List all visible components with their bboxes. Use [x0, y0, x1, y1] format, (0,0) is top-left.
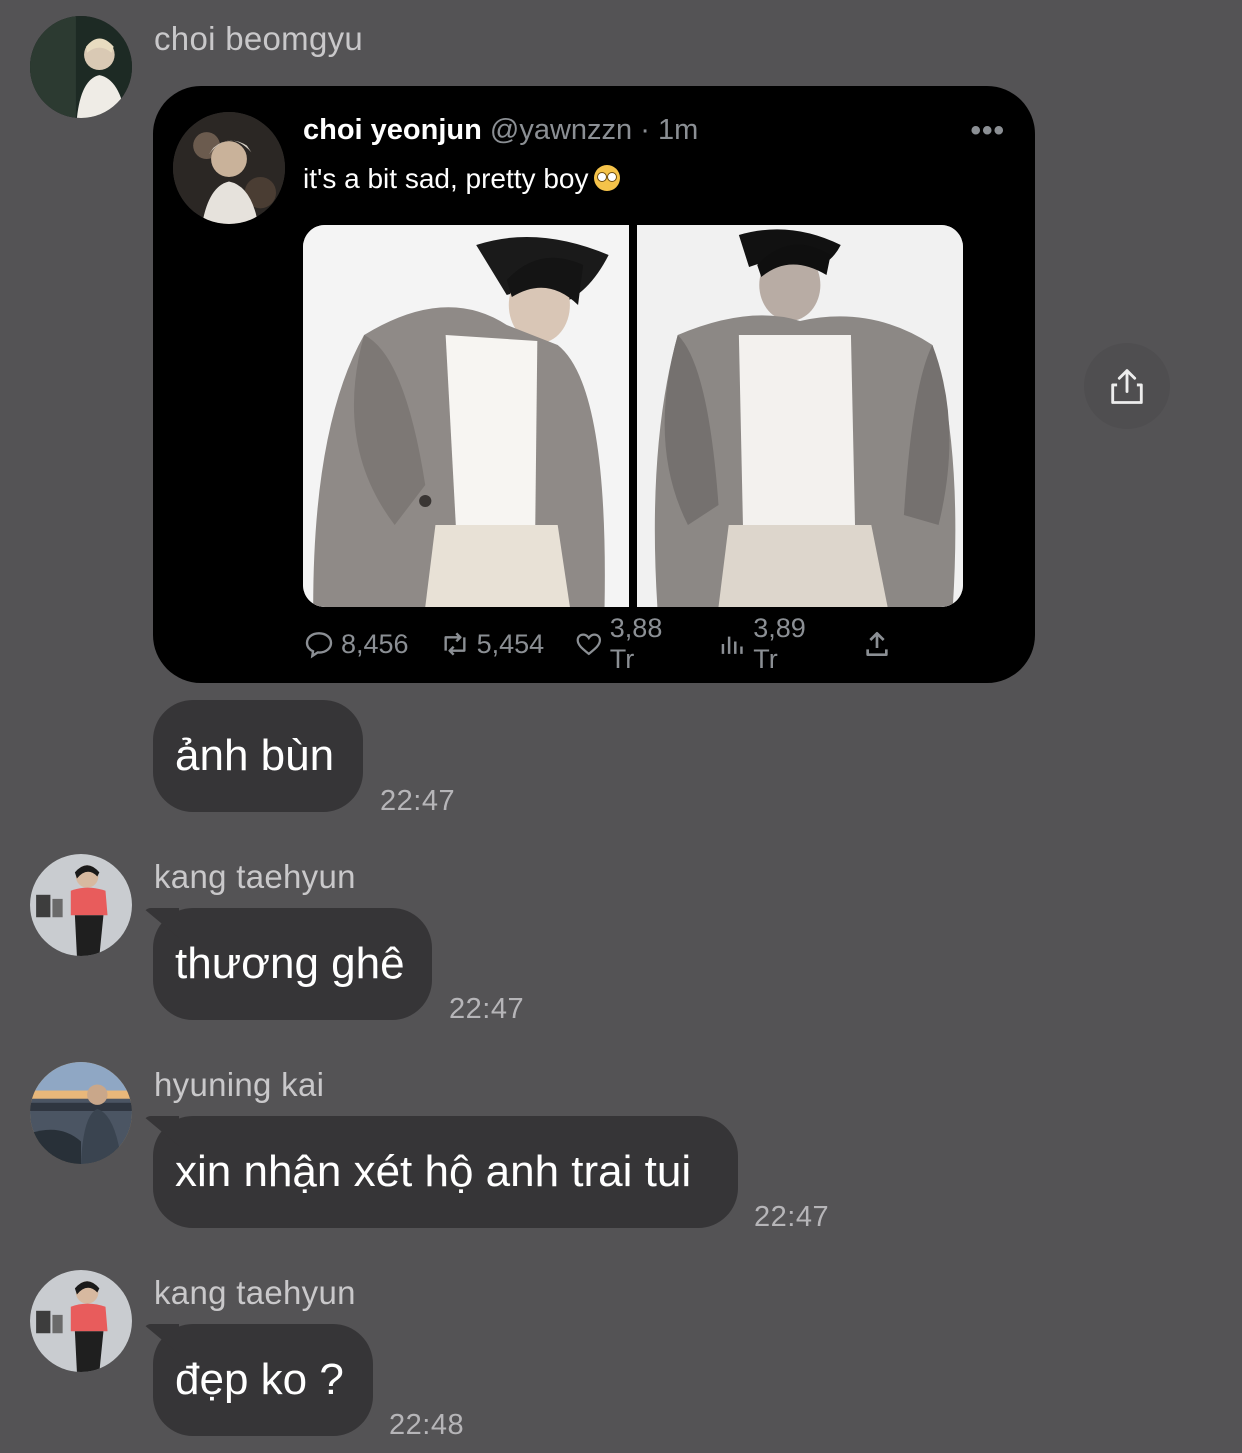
message-timestamp: 22:47 [754, 1201, 830, 1233]
reply-action[interactable]: 8,456 [303, 628, 409, 660]
views-count: 3,89 Tr [753, 613, 806, 674]
share-icon [866, 632, 888, 656]
tweet-text-content: it's a bit sad, pretty boy [303, 163, 589, 194]
retweet-count: 5,454 [476, 628, 545, 659]
tweet-author-avatar[interactable] [173, 112, 285, 224]
sender-name: kang taehyun [154, 858, 356, 895]
more-options-icon[interactable]: ••• [970, 114, 1005, 148]
message-bubble[interactable]: ảnh bùn [153, 700, 363, 812]
retweet-icon [444, 632, 466, 656]
sender-name: kang taehyun [154, 1274, 356, 1311]
forward-message-button[interactable] [1084, 343, 1170, 429]
reply-count: 8,456 [341, 628, 409, 659]
tweet-media[interactable] [303, 225, 963, 607]
sender-name: choi beomgyu [154, 20, 364, 57]
message-bubble[interactable]: xin nhận xét hộ anh trai tui [153, 1116, 738, 1228]
tweet-action-bar: 8,456 5,454 3,88 Tr 3,89 Tr [303, 613, 923, 674]
views-chart-icon [721, 636, 743, 654]
like-count: 3,88 Tr [609, 613, 663, 674]
tweet-text: it's a bit sad, pretty boy [303, 163, 621, 195]
avatar-choi-beomgyu[interactable] [30, 16, 132, 118]
message-bubble[interactable]: đẹp ko ? [153, 1324, 373, 1436]
avatar-hyuning-kai[interactable] [30, 1062, 132, 1164]
views-action[interactable]: 3,89 Tr [718, 613, 831, 675]
embedded-tweet-card[interactable]: choi yeonjun @yawnzzn · 1m ••• it's a bi… [153, 86, 1035, 683]
message-timestamp: 22:47 [380, 785, 456, 817]
retweet-action[interactable]: 5,454 [439, 628, 545, 660]
tweet-author-name[interactable]: choi yeonjun [303, 114, 482, 146]
reply-icon [305, 632, 333, 659]
tweet-author-line: choi yeonjun @yawnzzn · 1m [303, 114, 698, 147]
sender-name: hyuning kai [154, 1066, 325, 1103]
heart-icon [576, 633, 602, 656]
avatar-kang-taehyun[interactable] [30, 1270, 132, 1372]
message-timestamp: 22:48 [389, 1409, 465, 1441]
rolling-eyes-emoji-icon [594, 165, 621, 191]
tweet-photo-right[interactable] [637, 225, 963, 607]
tweet-photo-left[interactable] [303, 225, 629, 607]
tweet-author-handle[interactable]: @yawnzzn · 1m [490, 114, 698, 146]
share-up-icon [1111, 369, 1143, 404]
message-timestamp: 22:47 [449, 993, 525, 1025]
tweet-share-action[interactable] [861, 628, 893, 660]
message-bubble[interactable]: thương ghê [153, 908, 432, 1020]
like-action[interactable]: 3,88 Tr [574, 613, 687, 675]
avatar-kang-taehyun[interactable] [30, 854, 132, 956]
